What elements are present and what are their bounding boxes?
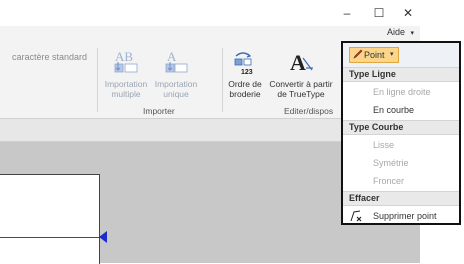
- point-context-menu: Point ▾ Type Ligne En ligne droite En co…: [341, 41, 461, 225]
- group-label-import: Importer: [143, 106, 175, 116]
- svg-text:A: A: [167, 49, 177, 64]
- import-single-button[interactable]: A Importation unique: [152, 48, 200, 99]
- import-single-label-1: Importation: [154, 79, 198, 89]
- group-separator: [97, 48, 98, 112]
- truetype-convert-label-1: Convertir à partir: [269, 79, 333, 89]
- svg-text:123: 123: [241, 69, 253, 76]
- point-button-label: Point: [364, 50, 385, 60]
- help-label: Aide: [386, 27, 405, 37]
- group-separator: [222, 48, 223, 112]
- delete-point-icon: [349, 209, 363, 229]
- menu-item-delete-point[interactable]: Supprimer point: [343, 207, 459, 225]
- embroidery-order-label-1: Ordre de: [228, 79, 262, 89]
- import-single-label-2: unique: [163, 89, 189, 99]
- import-multiple-button[interactable]: AB Importation multiple: [102, 48, 150, 99]
- close-button[interactable]: ✕: [397, 4, 419, 22]
- truetype-convert-button[interactable]: A Convertir à partir de TrueType: [266, 48, 336, 99]
- import-multiple-label-1: Importation: [104, 79, 148, 89]
- character-standard-label: caractère standard: [12, 52, 88, 62]
- chevron-down-icon: ▾: [410, 30, 414, 37]
- embroidery-order-icon: 123: [234, 52, 253, 76]
- menu-item-symmetry[interactable]: Symétrie: [343, 154, 459, 172]
- chevron-down-icon: ▾: [390, 51, 394, 58]
- menu-item-straight-line[interactable]: En ligne droite: [343, 83, 459, 101]
- section-line-type: Type Ligne: [343, 67, 459, 82]
- truetype-convert-icon: A: [290, 50, 313, 75]
- title-bar: – ☐ ✕: [0, 0, 420, 26]
- svg-text:A: A: [290, 50, 306, 75]
- embroidery-order-label-2: broderie: [229, 89, 261, 99]
- point-dropdown-button[interactable]: Point ▾: [349, 47, 399, 63]
- help-button[interactable]: Aide ▾: [387, 27, 414, 37]
- delete-point-label: Supprimer point: [373, 211, 437, 221]
- svg-text:AB: AB: [115, 49, 133, 64]
- a-import-icon: A: [165, 49, 188, 73]
- ab-import-icon: AB: [114, 49, 138, 73]
- maximize-button[interactable]: ☐: [368, 4, 390, 22]
- menu-item-smooth[interactable]: Lisse: [343, 136, 459, 154]
- point-marker[interactable]: [99, 231, 107, 243]
- pencil-icon: [353, 49, 363, 63]
- truetype-convert-label-2: de TrueType: [277, 89, 325, 99]
- import-multiple-label-2: multiple: [111, 89, 141, 99]
- point-menu-header: Point ▾: [343, 43, 459, 67]
- section-delete: Effacer: [343, 191, 459, 206]
- outline-line: [0, 237, 100, 238]
- design-page: [0, 174, 100, 264]
- help-row: Aide ▾: [0, 26, 420, 42]
- embroidery-order-button[interactable]: 123 Ordre de broderie: [224, 48, 266, 99]
- menu-item-gather[interactable]: Froncer: [343, 172, 459, 190]
- section-curve-type: Type Courbe: [343, 120, 459, 135]
- group-label-edit-layout: Editer/dispos: [284, 106, 334, 116]
- menu-item-curve[interactable]: En courbe: [343, 101, 459, 119]
- minimize-button[interactable]: –: [336, 4, 358, 22]
